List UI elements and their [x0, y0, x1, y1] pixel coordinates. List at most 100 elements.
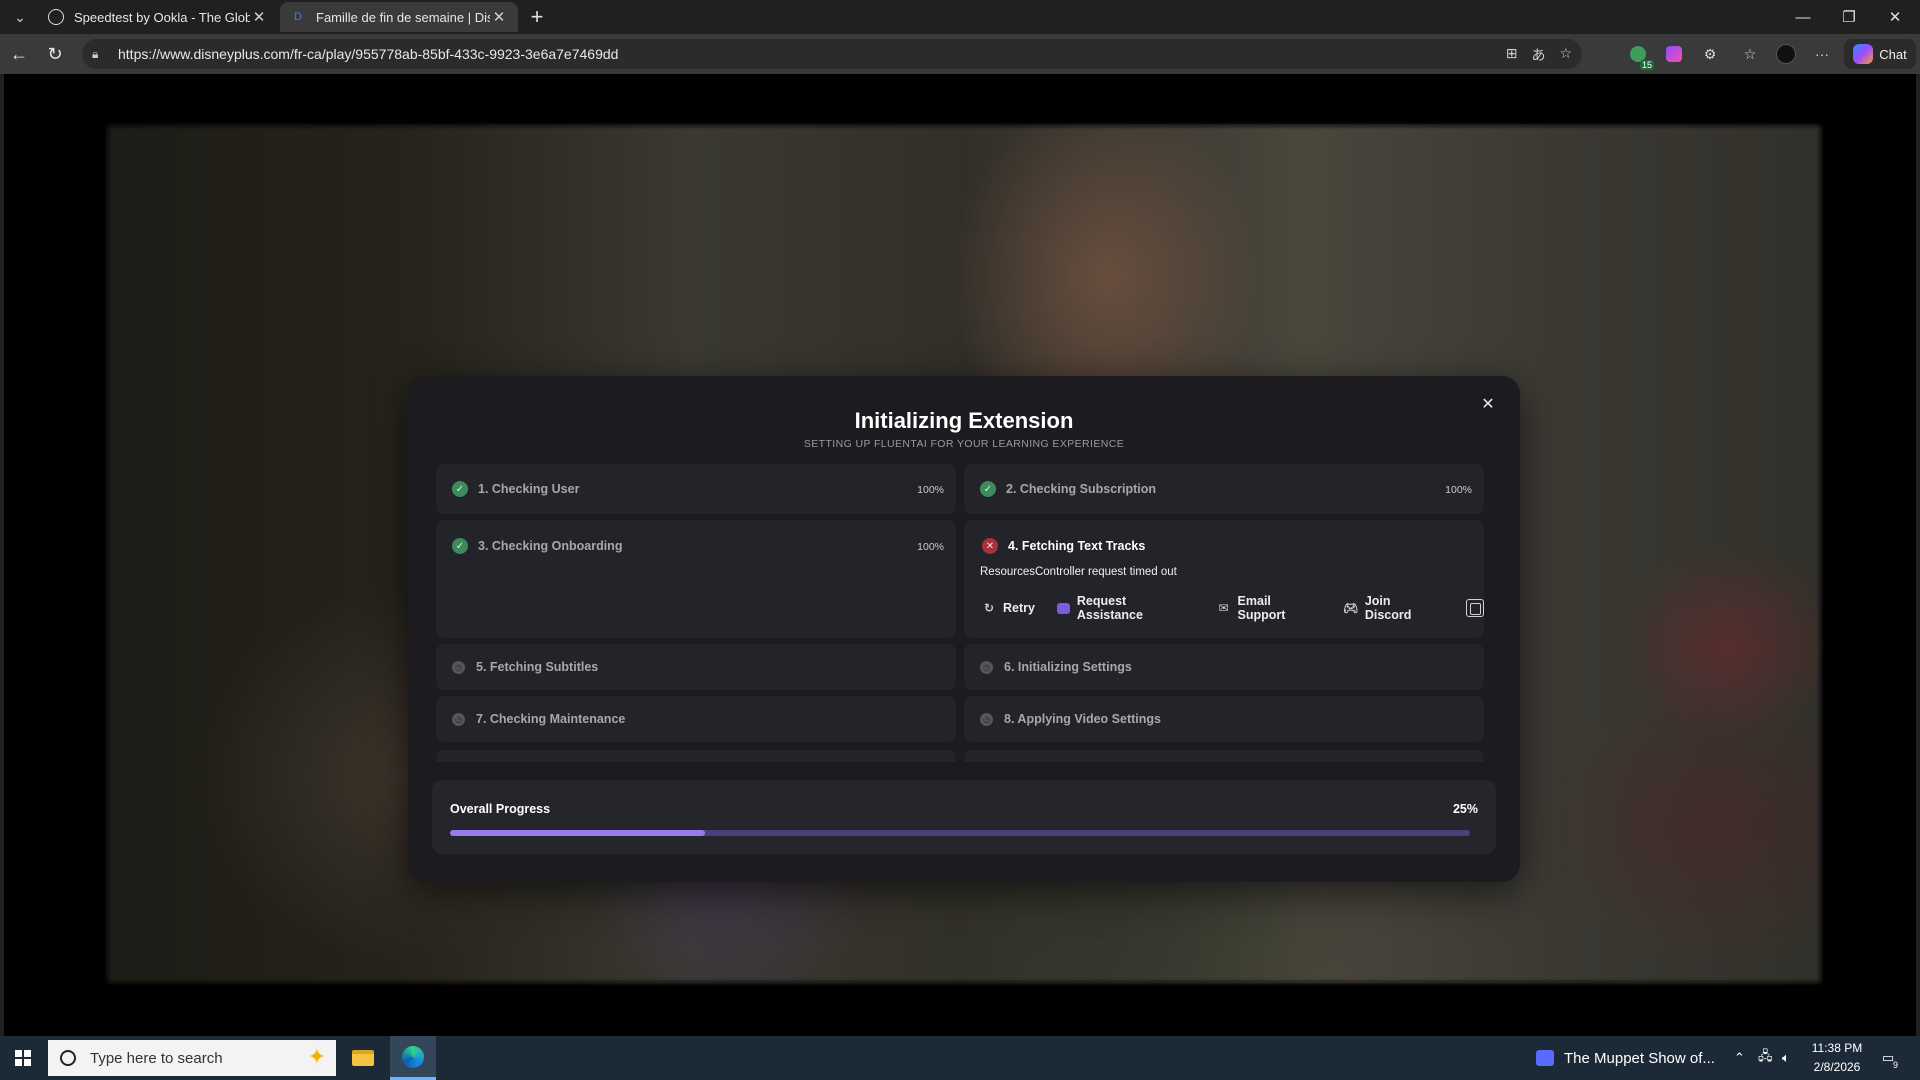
start-button[interactable] [0, 1036, 46, 1080]
error-circle-icon: ✕ [982, 538, 998, 554]
retry-icon: ↻ [983, 601, 995, 615]
step-percent: 100% [917, 541, 944, 553]
step-checking-subscription: ✓ 2. Checking Subscription 100% [964, 464, 1484, 514]
chevron-up-icon: ⌃ [1734, 1050, 1745, 1065]
close-window-button[interactable]: ✕ [1872, 0, 1918, 34]
restore-button[interactable]: ❐ [1826, 0, 1872, 34]
url-text: https://www.disneyplus.com/fr-ca/play/95… [118, 46, 619, 62]
step-row-partial [436, 750, 956, 762]
profile-avatar-icon[interactable] [1774, 43, 1798, 65]
windows-logo-icon [15, 1050, 31, 1066]
step-label: 8. Applying Video Settings [1004, 712, 1161, 726]
progress-percent: 25% [1452, 802, 1478, 816]
clock-icon: ◷ [980, 661, 993, 674]
check-circle-icon: ✓ [452, 481, 468, 497]
media-title: The Muppet Show of... [1564, 1049, 1715, 1067]
step-label: 2. Checking Subscription [1006, 482, 1157, 496]
join-discord-label: Join Discord [1364, 594, 1412, 622]
media-widget[interactable]: The Muppet Show of... [1536, 1036, 1715, 1080]
new-tab-button[interactable]: + [524, 4, 550, 30]
copilot-chat-button[interactable]: Chat [1844, 39, 1916, 69]
back-button[interactable]: ← [6, 42, 32, 66]
search-placeholder: Type here to search [90, 1049, 223, 1067]
refresh-icon: ↻ [47, 43, 63, 64]
clock-icon: ◷ [980, 713, 993, 726]
envelope-icon: ✉ [1218, 601, 1229, 615]
step-fetching-subtitles: ◷ 5. Fetching Subtitles [436, 644, 956, 690]
address-bar-actions: ⊞ あ ☆ [1506, 45, 1572, 65]
extension-fluentai-icon[interactable] [1662, 43, 1686, 65]
minimize-button[interactable]: — [1780, 0, 1826, 34]
volume-icon[interactable]: 🔈︎ [1782, 1036, 1790, 1080]
step-checking-maintenance: ◷ 7. Checking Maintenance [436, 696, 956, 742]
step-fetching-text-tracks: ✕ 4. Fetching Text Tracks ResourcesContr… [964, 520, 1484, 638]
media-play-icon [1536, 1050, 1554, 1066]
modal-subtitle: SETTING UP FLUENTAI FOR YOUR LEARNING EX… [803, 438, 1125, 450]
step-row-partial [964, 750, 1484, 762]
favorites-icon[interactable]: ☆ [1738, 43, 1762, 65]
extension-shield-icon[interactable]: 15 [1626, 43, 1654, 70]
step-label: 6. Initializing Settings [1004, 660, 1132, 674]
retry-label: Retry [1003, 601, 1035, 615]
step-label: 3. Checking Onboarding [478, 539, 623, 553]
clock-icon: ◷ [452, 661, 465, 674]
step-label: 1. Checking User [478, 482, 580, 496]
copy-icon[interactable] [1466, 599, 1484, 617]
tab-disney[interactable]: D Famille de fin de semaine | Disney ✕ [280, 2, 518, 32]
show-hidden-icons-button[interactable]: ⌃ [1734, 1036, 1745, 1080]
favorite-star-icon[interactable]: ☆ [1559, 45, 1572, 65]
initializing-extension-modal: ✕ Initializing Extension SETTING UP FLUE… [408, 376, 1520, 882]
tab-list-button[interactable]: ⌄ [6, 4, 34, 30]
join-discord-button[interactable]: 🎮︎ Join Discord [1343, 594, 1440, 622]
tab-bar: ⌄ Speedtest by Ookla - The Global I ✕ D … [0, 0, 1920, 34]
more-menu-icon[interactable]: ··· [1810, 43, 1834, 65]
notification-center-button[interactable]: ▭ 9 [1876, 1046, 1900, 1070]
lock-icon[interactable]: 🔒︎ [92, 47, 108, 62]
step-applying-video-settings: ◷ 8. Applying Video Settings [964, 696, 1484, 742]
disney-favicon-icon: D [294, 11, 302, 23]
email-support-button[interactable]: ✉ Email Support [1217, 594, 1322, 622]
request-assistance-button[interactable]: Request Assistance [1056, 594, 1195, 622]
check-circle-icon: ✓ [452, 538, 468, 554]
read-aloud-icon[interactable]: あ [1531, 45, 1545, 65]
modal-title: Initializing Extension [854, 408, 1074, 433]
edge-icon [402, 1045, 424, 1068]
step-label: 4. Fetching Text Tracks [1008, 539, 1146, 553]
tab-title: Famille de fin de semaine | Disney [316, 9, 490, 25]
clock-icon: ◷ [452, 713, 465, 726]
refresh-button[interactable]: ↻ [42, 42, 68, 66]
overall-progress-card: Overall Progress 25% [432, 780, 1496, 854]
arrow-left-icon: ← [10, 43, 28, 64]
close-tab-icon[interactable]: ✕ [250, 8, 268, 26]
step-checking-user: ✓ 1. Checking User 100% [436, 464, 956, 514]
edge-taskbar-button[interactable] [390, 1036, 436, 1080]
extension-badge: 15 [1639, 60, 1654, 70]
progress-fill [450, 830, 705, 836]
app-available-icon[interactable]: ⊞ [1506, 45, 1518, 65]
retry-button[interactable]: ↻ Retry [982, 601, 1035, 615]
page-content: ✕ Initializing Extension SETTING UP FLUE… [0, 74, 1920, 1036]
speedtest-favicon-icon [48, 9, 64, 25]
sparkle-icon: ✦ [307, 1044, 326, 1069]
step-initializing-settings: ◷ 6. Initializing Settings [964, 644, 1484, 690]
taskbar-search[interactable]: Type here to search ✦ [48, 1040, 336, 1076]
tab-title: Speedtest by Ookla - The Global I [74, 9, 250, 25]
address-bar[interactable]: 🔒︎ https://www.disneyplus.com/fr-ca/play… [82, 39, 1582, 69]
step-percent: 100% [917, 484, 944, 496]
windows-taskbar: Type here to search ✦ The Muppet Show of… [0, 1036, 1920, 1080]
progress-label: Overall Progress [450, 802, 551, 816]
file-explorer-taskbar-button[interactable] [340, 1036, 386, 1080]
tab-speedtest[interactable]: Speedtest by Ookla - The Global I ✕ [38, 2, 278, 32]
discord-icon: 🎮︎ [1343, 601, 1359, 615]
navigation-bar: ← ↻ 🔒︎ https://www.disneyplus.com/fr-ca/… [0, 34, 1920, 74]
clock[interactable]: 11:38 PM 2/8/2026 [1808, 1039, 1866, 1077]
extensions-puzzle-icon[interactable]: ⚙ [1698, 43, 1722, 65]
check-circle-icon: ✓ [980, 481, 996, 497]
network-icon[interactable]: 🖧︎ [1758, 1036, 1773, 1080]
request-assistance-label: Request Assistance [1076, 594, 1143, 622]
close-tab-icon[interactable]: ✕ [490, 8, 508, 26]
chat-bubble-icon [1056, 602, 1070, 614]
folder-icon [352, 1050, 374, 1066]
email-support-label: Email Support [1237, 594, 1286, 622]
step-label: 7. Checking Maintenance [476, 712, 626, 726]
